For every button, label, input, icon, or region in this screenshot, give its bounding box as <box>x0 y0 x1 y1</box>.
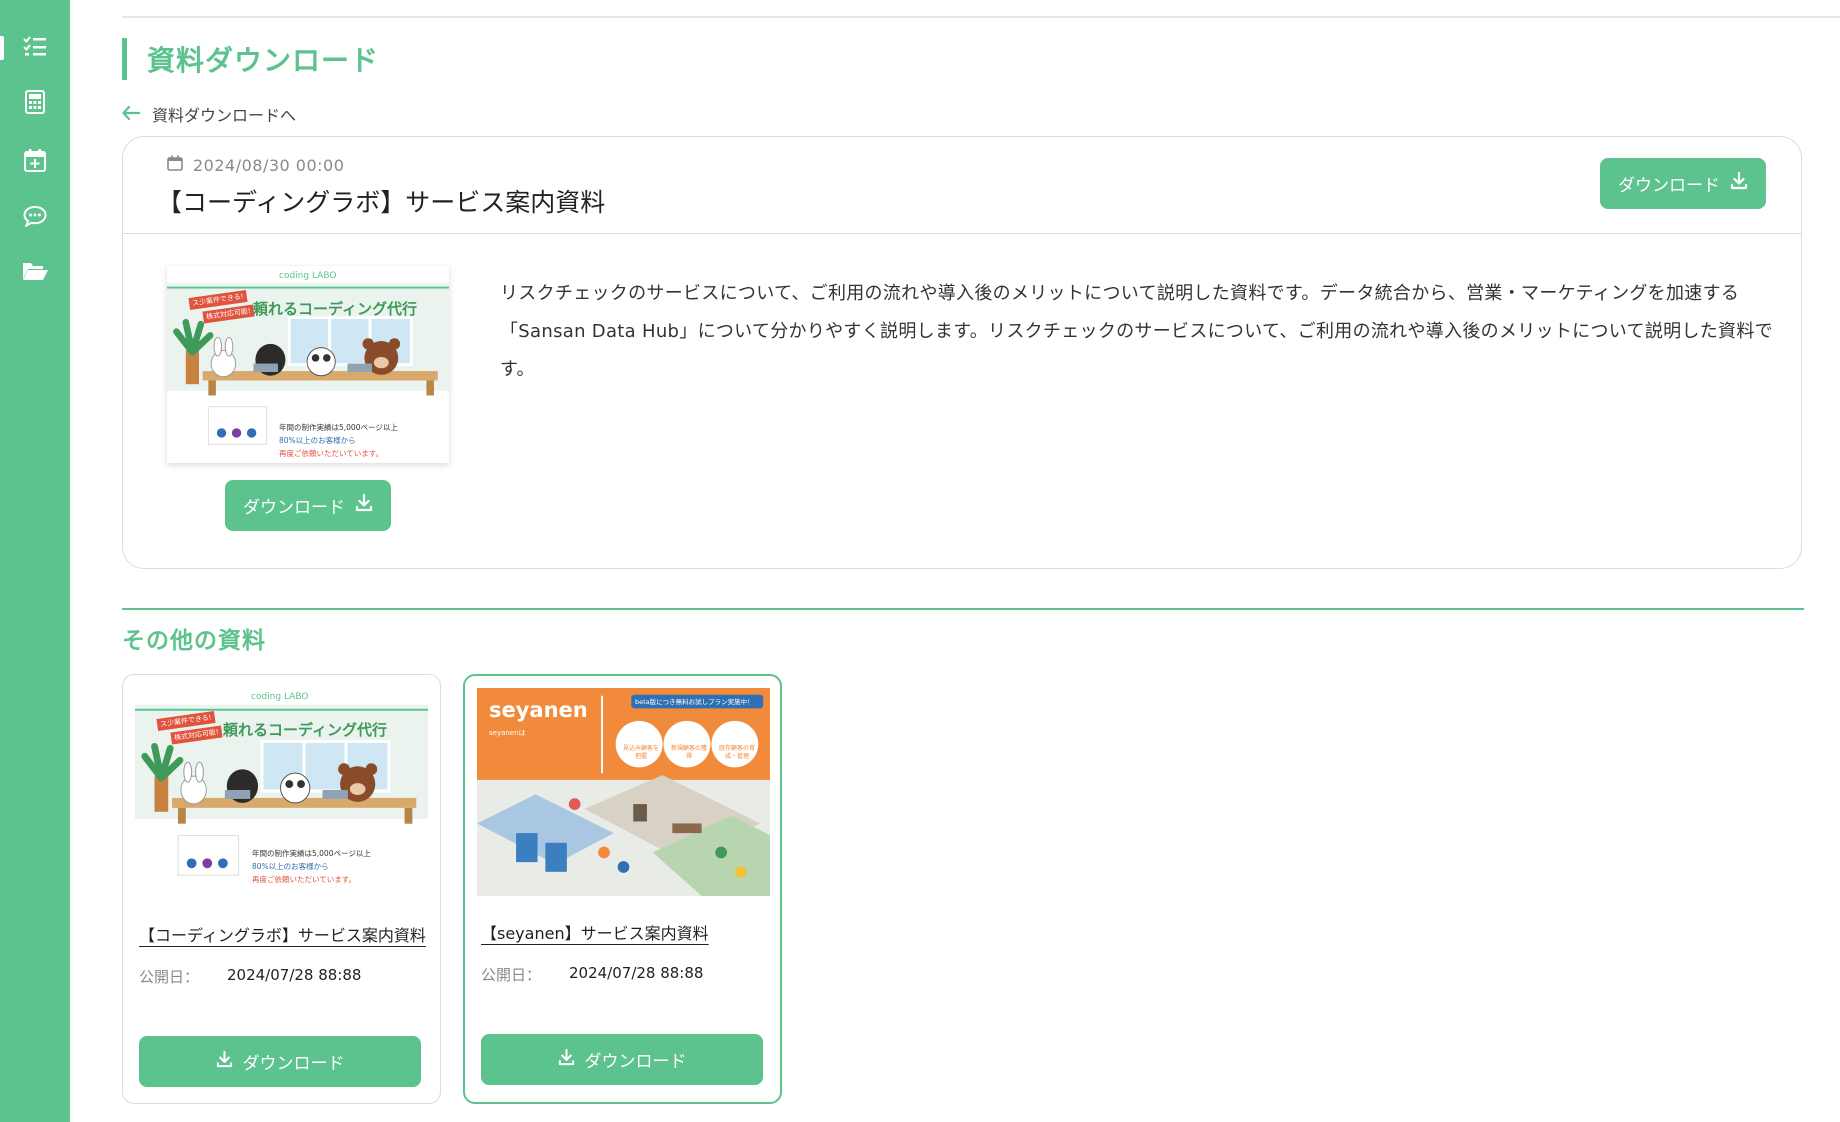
date-value: 2024/07/28 88:88 <box>569 964 704 982</box>
thumbnail-circle-label: 見込み顧客を把握 <box>622 745 659 760</box>
other-documents-title: その他の資料 <box>122 628 266 654</box>
date-value: 2024/07/28 88:88 <box>227 966 362 984</box>
detail-header: 2024/08/30 00:00 【コーディングラボ】サービス案内資料 ダウンロ… <box>123 137 1801 234</box>
download-button-label: ダウンロード <box>584 1052 687 1072</box>
calculator-icon <box>25 90 45 118</box>
header-divider <box>122 16 1840 18</box>
sidebar-item-chat[interactable] <box>0 198 70 238</box>
thumbnail-subtext: seyanenは <box>489 729 526 737</box>
document-card-date: 公開日： 2024/07/28 88:88 <box>481 964 703 985</box>
page-title-block: 資料ダウンロード <box>122 38 379 80</box>
arrow-left-icon <box>122 105 141 124</box>
sidebar-item-calendar[interactable] <box>0 142 70 182</box>
thumbnail-stats: 年間の制作実績は5,000ページ以上 <box>279 423 398 432</box>
thumbnail-stats: 年間の制作実績は5,000ページ以上 <box>252 849 371 858</box>
download-button-label: ダウンロード <box>242 1054 345 1074</box>
page-title: 資料ダウンロード <box>147 44 380 77</box>
date-label: 公開日： <box>139 968 200 986</box>
thumbnail-download-button[interactable]: ダウンロード <box>225 480 391 531</box>
document-card-title[interactable]: 【コーディングラボ】サービス案内資料 <box>139 922 426 946</box>
checklist-icon <box>22 34 48 62</box>
sidebar-item-list[interactable] <box>0 28 70 68</box>
thumbnail-circle-label: 既存顧客の育成・管理 <box>718 745 755 760</box>
download-icon <box>558 1048 575 1071</box>
thumbnail-ribbon: beta版につき無料お試しプラン実施中！ <box>635 698 754 706</box>
thumbnail-circle-label: 新規顧客の獲得 <box>670 745 707 760</box>
detail-description: リスクチェックのサービスについて、ご利用の流れや導入後のメリットについて説明した… <box>500 283 1773 380</box>
thumbnail-headline: 頼れるコーディング代行 <box>223 721 387 739</box>
detail-title: 【コーディングラボ】サービス案内資料 <box>157 188 606 217</box>
document-card: seyanen seyanenは beta版につき無料お試しプラン実施中！ 見込… <box>463 674 782 1104</box>
date-label: 公開日： <box>481 966 542 984</box>
thumbnail-stats: 80%以上のお客様から <box>252 862 329 871</box>
sidebar <box>0 0 70 1122</box>
document-card: coding LABO ス少案件できる! 株式対応可能! 頼れるコーディング代行… <box>122 674 441 1104</box>
card-download-button[interactable]: ダウンロード <box>139 1036 421 1087</box>
download-button-label: ダウンロード <box>243 498 345 518</box>
download-icon <box>355 493 373 517</box>
thumbnail-logo: coding LABO <box>279 271 337 281</box>
detail-card: 2024/08/30 00:00 【コーディングラボ】サービス案内資料 ダウンロ… <box>122 136 1802 569</box>
card-download-button[interactable]: ダウンロード <box>481 1034 763 1085</box>
document-card-title[interactable]: 【seyanen】サービス案内資料 <box>481 920 709 944</box>
sidebar-item-documents[interactable] <box>0 253 70 293</box>
detail-date: 2024/08/30 00:00 <box>167 155 344 175</box>
document-card-date: 公開日： 2024/07/28 88:88 <box>139 966 361 987</box>
sidebar-item-calculator[interactable] <box>0 84 70 124</box>
calendar-icon <box>167 155 183 175</box>
thumbnail-stats: 80%以上のお客様から <box>279 436 356 445</box>
back-link[interactable]: 資料ダウンロードへ <box>122 102 296 126</box>
chat-icon <box>23 205 47 231</box>
thumbnail-stats: 再度ご依頼いただいています。 <box>279 449 384 458</box>
download-icon <box>216 1050 233 1073</box>
thumbnail-stats: 再度ご依頼いただいています。 <box>252 875 357 884</box>
folder-open-icon <box>21 260 49 286</box>
detail-date-text: 2024/08/30 00:00 <box>193 155 345 175</box>
download-button-label: ダウンロード <box>1618 176 1720 196</box>
thumbnail-brand: seyanen <box>489 698 588 722</box>
back-link-label: 資料ダウンロードへ <box>152 106 297 125</box>
header-download-button[interactable]: ダウンロード <box>1600 158 1766 209</box>
download-icon <box>1730 171 1748 195</box>
section-divider <box>122 608 1804 610</box>
document-thumbnail[interactable]: coding LABO ス少案件できる! 株式対応可能! 頼れるコーディング代行… <box>135 687 428 895</box>
thumbnail-headline: 頼れるコーディング代行 <box>253 300 417 318</box>
thumbnail-logo: coding LABO <box>251 692 309 702</box>
document-thumbnail[interactable]: seyanen seyanenは beta版につき無料お試しプラン実施中！ 見込… <box>477 688 770 896</box>
detail-thumbnail: coding LABO ス少案件できる! 株式対応可能! 頼れるコーディング代行… <box>167 266 449 463</box>
calendar-plus-icon <box>24 148 46 176</box>
